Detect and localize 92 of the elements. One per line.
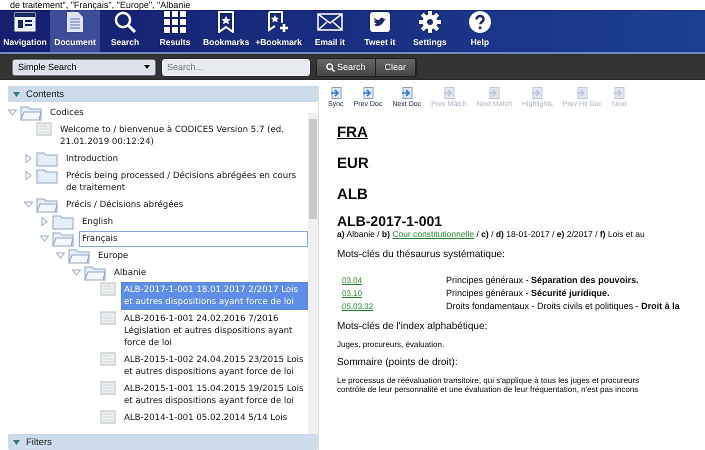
folder-icon	[36, 151, 58, 167]
toolbar-button[interactable]: Navigation	[0, 10, 50, 52]
toolbar-button[interactable]: Bookmarks	[200, 10, 252, 52]
toolbar-button[interactable]: Email it	[304, 10, 355, 52]
tree-item[interactable]: Welcome to / bienvenue à CODICES Version 5.7 (ed. 21.01.2019 00:12:24)	[57, 122, 308, 150]
court-link[interactable]: Cour constitutionnelle	[392, 229, 474, 239]
folder-icon	[84, 265, 106, 281]
search-icon	[326, 62, 335, 72]
tree-item[interactable]: Albanie	[111, 265, 308, 281]
case-title: ALB-2017-1-001	[337, 213, 444, 229]
tree-item[interactable]: English	[79, 214, 308, 230]
page-arrow-icon	[531, 87, 544, 99]
folder-icon	[20, 105, 42, 121]
search-mode-dropdown[interactable]: Simple Search	[12, 58, 156, 76]
bird-icon	[370, 12, 390, 32]
expander-icon[interactable]	[56, 251, 65, 260]
folder-icon	[36, 197, 58, 213]
expander-icon[interactable]	[24, 200, 33, 209]
grid-icon	[164, 11, 186, 33]
tree-item[interactable]: Europe	[95, 248, 308, 264]
toolbar-button[interactable]: +Bookmark	[252, 10, 305, 52]
summary-text: Le processus de réévaluation transitoire, qui s'applique à tous les juges et procureurs contrôle de leur personnalité et une évaluation de leur fréquentation, n'est pas incons	[337, 376, 640, 394]
scrollbar[interactable]	[308, 113, 318, 434]
page-icon	[36, 122, 52, 136]
expander-icon[interactable]	[24, 154, 33, 163]
help-icon	[468, 11, 491, 33]
page-arrow-icon	[362, 87, 374, 99]
expander-icon[interactable]	[40, 217, 49, 226]
case-meta-text: a) Albanie / b) Cour constitutionnelle / c) / d) 18-01-2017 / e) 2/2017 / f) Lois et au	[337, 229, 646, 239]
page-arrow-icon	[400, 87, 413, 99]
clear-button[interactable]: Clear	[376, 58, 416, 76]
keyword-code-link[interactable]: 03.10	[337, 287, 446, 300]
section-title: Mots-clés de l'index alphabétique:	[337, 321, 488, 332]
toolbar-button[interactable]: Results	[150, 10, 200, 52]
tree-item[interactable]: Précis being processed / Décisions abrégées en cours de traitement	[63, 168, 308, 196]
keyword-text: Principes généraux - Sécurité juridique.	[446, 287, 610, 300]
toolbar-button[interactable]: Settings	[404, 10, 455, 52]
window-icon	[14, 12, 36, 32]
collapse-caret-icon	[13, 92, 20, 96]
page-icon	[100, 311, 116, 325]
scrollbar-thumb[interactable]	[309, 119, 317, 219]
document-icon	[66, 11, 84, 33]
tree-item[interactable]: ALB-2015-1-002 24.04.2015 23/2015 Lois et autres dispositions ayant force de loi	[121, 352, 308, 380]
contents-header[interactable]: Contents	[8, 86, 318, 102]
search-button[interactable]: Search	[317, 58, 376, 76]
toolbar-button[interactable]: Help	[454, 10, 505, 52]
heading: ALB	[337, 186, 369, 203]
page-icon	[100, 352, 116, 366]
tree-item[interactable]: ALB-2016-1-001 24.02.2016 7/2016 Législation et autres dispositions ayant force de loi	[121, 311, 308, 351]
keyword-code-link[interactable]: 03.04	[337, 274, 446, 287]
tree-item[interactable]: Introduction	[63, 151, 308, 167]
search-field[interactable]: Search...	[162, 58, 310, 76]
breadcrumb-text: de traitement", "Français", "Europe", "Albanie	[9, 0, 192, 10]
page-icon	[100, 410, 116, 424]
toolbar-button[interactable]: Search	[100, 10, 150, 52]
envelope-icon	[316, 13, 343, 31]
page-arrow-icon	[442, 87, 455, 99]
expander-icon[interactable]	[72, 268, 81, 277]
page-icon	[100, 282, 116, 296]
tree-item[interactable]: ALB-2014-1-001 05.02.2014 5/14 Lois	[121, 410, 308, 426]
index-text: Juges, procureurs, évaluation.	[337, 340, 446, 349]
tree-item[interactable]: Français	[79, 231, 308, 247]
dropdown-caret-icon	[144, 65, 150, 69]
page-arrow-icon	[488, 87, 500, 99]
bookmark-icon	[218, 11, 234, 33]
tree-item[interactable]: ALB-2015-1-001 15.04.2015 19/2015 Lois et autres dispositions ayant force de loi	[121, 381, 308, 409]
search-icon	[114, 11, 136, 33]
heading: FRA	[337, 124, 369, 141]
folder-icon	[36, 168, 58, 184]
filters-header[interactable]: Filters	[8, 434, 318, 450]
tree-item[interactable]: Codices	[47, 105, 308, 121]
folder-icon	[52, 214, 74, 230]
section-title: Mots-clés du thésaurus systématique:	[337, 249, 506, 260]
heading: EUR	[337, 155, 370, 172]
expander-icon[interactable]	[40, 234, 49, 243]
keyword-code-link[interactable]: 05.03.32	[337, 300, 446, 313]
toolbar-button[interactable]: Tweet it	[354, 10, 405, 52]
page-arrow-icon	[613, 87, 626, 99]
add-bookmark-icon	[268, 11, 290, 33]
section-title: Sommaire (points de droit):	[337, 357, 459, 368]
page-arrow-icon	[576, 87, 588, 99]
collapse-caret-icon	[13, 440, 20, 444]
page-arrow-icon	[330, 87, 342, 99]
keyword-text: Principes généraux - Séparation des pouvoirs.	[446, 274, 639, 287]
folder-icon	[52, 231, 74, 247]
expander-icon[interactable]	[8, 108, 17, 117]
page-icon	[100, 381, 116, 395]
toolbar-button[interactable]: Document	[50, 10, 100, 52]
keyword-text: Droits fondamentaux - Droits civils et politiques - Droit à la	[446, 300, 680, 313]
tree-item[interactable]: Précis / Décisions abrégées	[63, 197, 308, 213]
folder-icon	[68, 248, 90, 264]
expander-icon[interactable]	[24, 171, 33, 180]
